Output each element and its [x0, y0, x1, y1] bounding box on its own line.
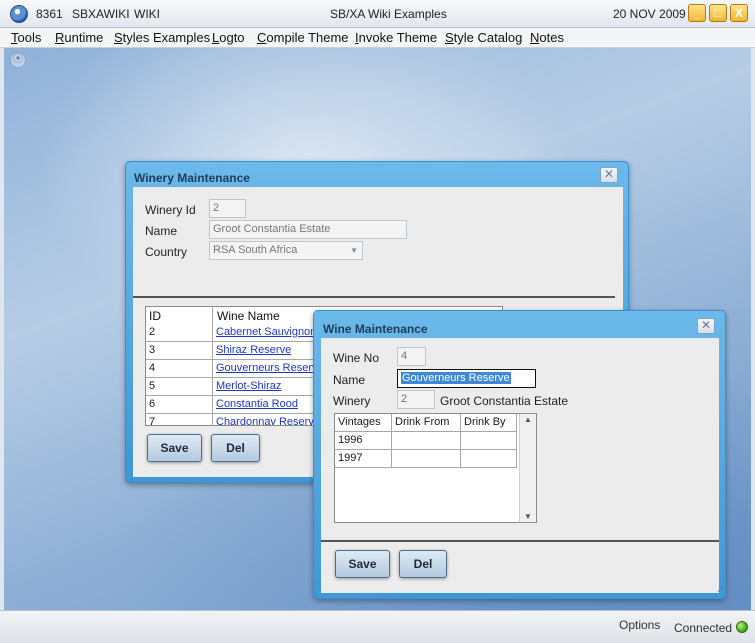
- window-title: SB/XA Wiki Examples: [330, 7, 447, 21]
- divider: [133, 296, 615, 298]
- column-drink-from: Drink From: [392, 414, 461, 432]
- column-wine-name: Wine Name: [217, 309, 280, 323]
- country-select[interactable]: RSA South Africa ▼: [209, 241, 363, 260]
- column-id: ID: [149, 309, 161, 323]
- wine-name-field[interactable]: Gouverneurs Reserve: [397, 369, 536, 388]
- table-row-id: 5: [146, 378, 213, 396]
- options-link[interactable]: Options: [619, 618, 660, 632]
- winery-id-field[interactable]: 2: [209, 199, 246, 218]
- divider: [321, 540, 719, 542]
- close-icon[interactable]: ✕: [600, 167, 618, 183]
- wine-link[interactable]: Gouverneurs Reserve: [216, 362, 324, 374]
- delete-button[interactable]: Del: [399, 550, 447, 578]
- menu-style-catalog[interactable]: Style Catalog: [445, 30, 522, 45]
- menu-compile-theme[interactable]: Compile Theme: [257, 30, 349, 45]
- winery-id-field[interactable]: 2: [397, 390, 435, 409]
- column-vintages: Vintages: [335, 414, 392, 432]
- app-logo-icon[interactable]: [10, 5, 28, 23]
- title-bar: 8361 SBXAWIKI WIKI SB/XA Wiki Examples 2…: [0, 0, 755, 28]
- minimize-button[interactable]: _: [688, 4, 706, 22]
- session-number: 8361: [36, 7, 63, 21]
- wine-link[interactable]: Constantia Rood: [216, 398, 298, 410]
- close-icon[interactable]: ✕: [697, 318, 715, 334]
- navigation-icon[interactable]: ⦿: [10, 52, 26, 68]
- scroll-down-icon[interactable]: ▼: [524, 512, 532, 521]
- wine-link[interactable]: Cabernet Sauvignon: [216, 326, 316, 338]
- table-row-id: 6: [146, 396, 213, 414]
- resize-grip-icon[interactable]: ⋰: [714, 586, 723, 597]
- window-title: Winery Maintenance: [134, 171, 250, 185]
- status-bar: Options Connected: [0, 610, 755, 643]
- save-button[interactable]: Save: [335, 550, 390, 578]
- system-name: SBXAWIKI: [72, 7, 130, 21]
- table-row-drink-from[interactable]: [392, 450, 461, 468]
- table-row-drink-by[interactable]: [461, 450, 517, 468]
- wine-link[interactable]: Merlot-Shiraz: [216, 380, 281, 392]
- account-name: WIKI: [134, 7, 160, 21]
- wine-maintenance-window: Wine Maintenance ✕ Wine No 4 Name Gouver…: [313, 310, 726, 599]
- chevron-down-icon[interactable]: ▼: [350, 246, 358, 255]
- winery-id-label: Winery Id: [145, 203, 196, 217]
- table-row-id: 2: [146, 324, 213, 342]
- wine-no-field[interactable]: 4: [397, 347, 426, 366]
- save-button[interactable]: Save: [147, 434, 202, 462]
- name-label: Name: [145, 224, 178, 238]
- table-row-id: 4: [146, 360, 213, 378]
- menu-runtime[interactable]: Runtime: [55, 30, 103, 45]
- wine-link[interactable]: Chardonnay Reserve: [216, 416, 320, 425]
- menu-invoke-theme[interactable]: Invoke Theme: [355, 30, 437, 45]
- close-button[interactable]: X: [730, 4, 748, 22]
- menu-notes[interactable]: Notes: [530, 30, 564, 45]
- window-title: Wine Maintenance: [323, 322, 428, 336]
- vertical-scrollbar[interactable]: ▲ ▼: [519, 414, 536, 522]
- wine-name-value: Gouverneurs Reserve: [401, 372, 511, 384]
- menu-logto[interactable]: Logto: [212, 30, 245, 45]
- column-drink-by: Drink By: [461, 414, 517, 432]
- table-row-vintage[interactable]: 1996: [335, 432, 392, 450]
- table-row-vintage[interactable]: 1997: [335, 450, 392, 468]
- system-date: 20 NOV 2009: [613, 7, 686, 21]
- wine-link[interactable]: Shiraz Reserve: [216, 344, 291, 356]
- table-row-id: 3: [146, 342, 213, 360]
- wine-form: Wine No 4 Name Gouverneurs Reserve Winer…: [321, 338, 719, 593]
- name-label: Name: [333, 373, 366, 387]
- winery-name-text: Groot Constantia Estate: [440, 394, 569, 408]
- winery-name-field[interactable]: Groot Constantia Estate: [209, 220, 407, 239]
- country-label: Country: [145, 245, 188, 259]
- table-row-drink-from[interactable]: [392, 432, 461, 450]
- delete-button[interactable]: Del: [211, 434, 260, 462]
- menu-tools[interactable]: Tools: [11, 30, 41, 45]
- table-row-id: 7: [146, 414, 213, 425]
- connection-status-text: Connected: [674, 621, 733, 635]
- winery-label: Winery: [333, 394, 371, 408]
- vintages-grid: Vintages Drink From Drink By 1996 1997 ▲…: [334, 413, 537, 523]
- country-value: RSA South Africa: [213, 244, 298, 256]
- menu-styles-examples[interactable]: Styles Examples: [114, 30, 210, 45]
- maximize-button[interactable]: □: [709, 4, 727, 22]
- menu-bar: Tools Runtime Styles Examples Logto Comp…: [0, 28, 755, 48]
- table-row-drink-by[interactable]: [461, 432, 517, 450]
- scroll-up-icon[interactable]: ▲: [524, 415, 532, 424]
- connection-status-icon: [736, 621, 748, 633]
- wine-no-label: Wine No: [333, 351, 380, 365]
